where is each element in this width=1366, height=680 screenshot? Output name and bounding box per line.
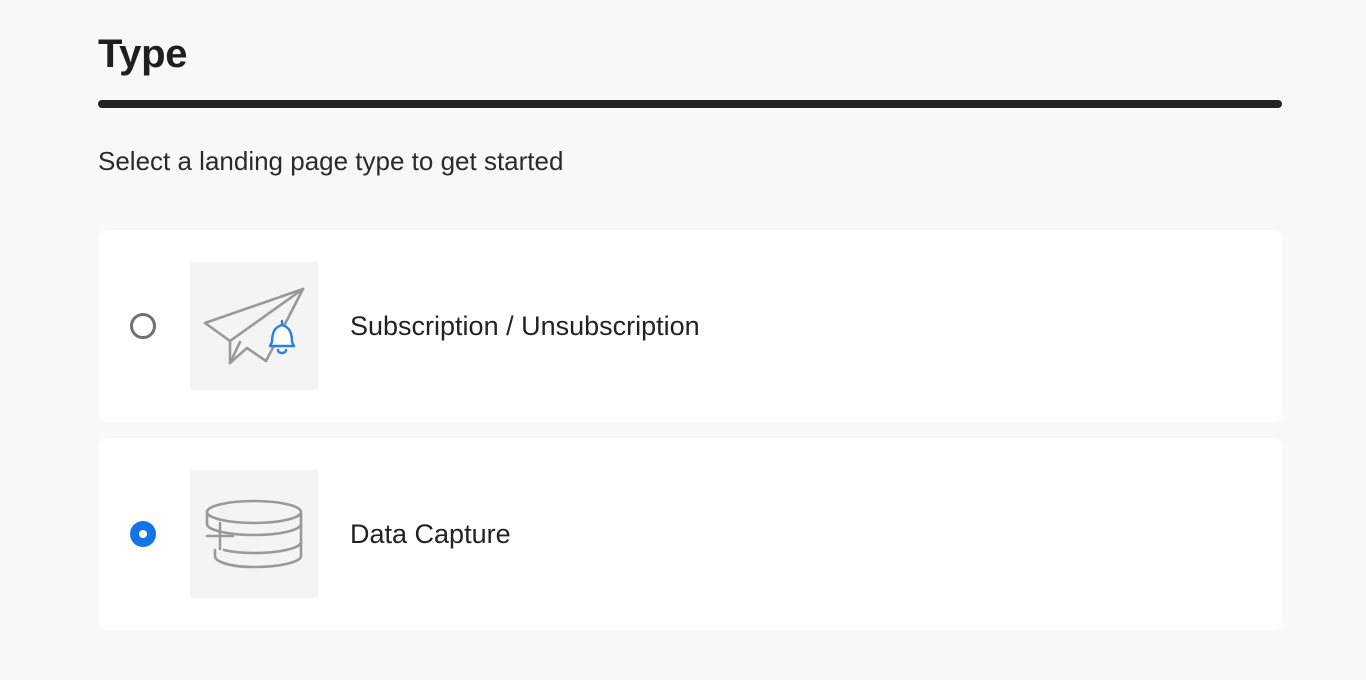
title-divider (98, 100, 1282, 108)
section-subtitle: Select a landing page type to get starte… (98, 146, 564, 176)
option-label-subscription: Subscription / Unsubscription (350, 311, 700, 341)
subscription-thumbnail (190, 262, 318, 390)
paper-plane-bell-icon (203, 287, 305, 365)
option-card-data-capture[interactable]: Data Capture (98, 438, 1282, 630)
data-capture-thumbnail (190, 470, 318, 598)
section-title: Type (98, 32, 188, 76)
radio-subscription[interactable] (130, 313, 156, 339)
option-card-subscription[interactable]: Subscription / Unsubscription (98, 230, 1282, 422)
radio-selected-dot (139, 530, 147, 538)
radio-data-capture[interactable] (130, 521, 156, 547)
database-add-icon (205, 499, 303, 569)
option-label-data-capture: Data Capture (350, 519, 511, 549)
